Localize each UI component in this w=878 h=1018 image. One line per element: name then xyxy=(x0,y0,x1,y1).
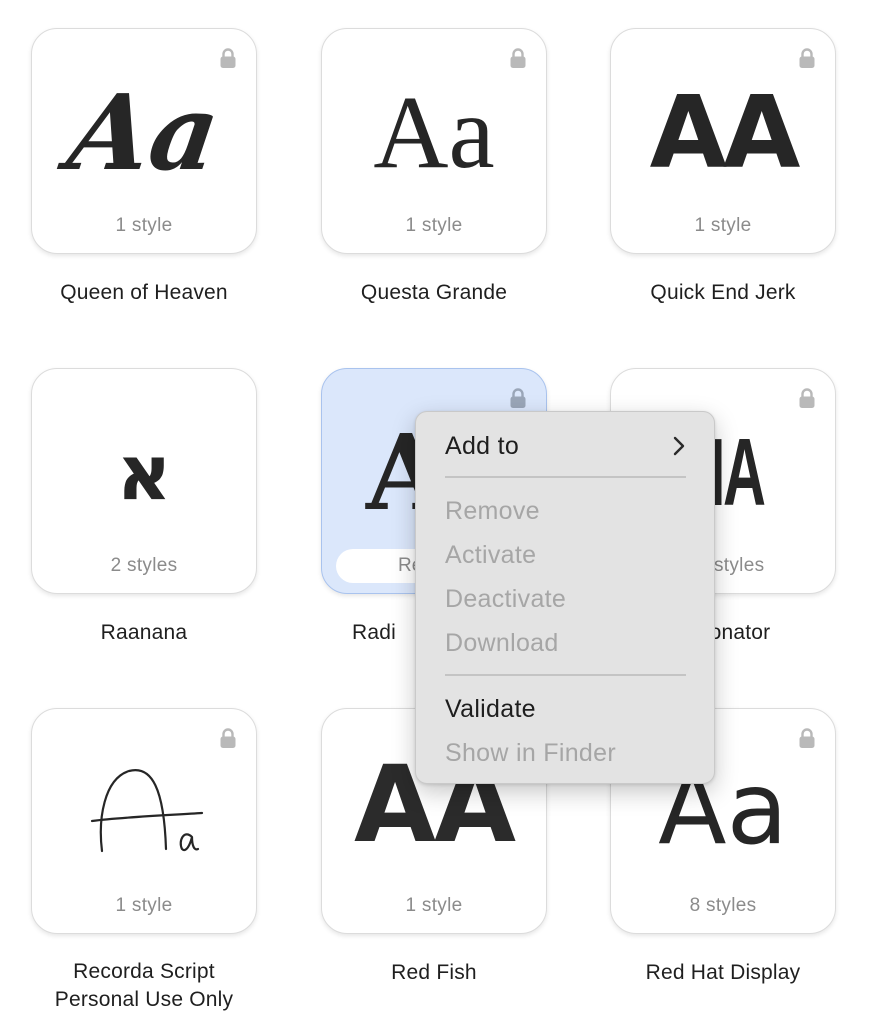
lock-icon xyxy=(510,388,526,408)
font-card-raanana[interactable]: א 2 styles xyxy=(31,368,257,594)
font-name: Recorda Script Personal Use Only xyxy=(54,960,234,1011)
font-name: Red Fish xyxy=(391,961,477,984)
font-preview: Aa xyxy=(32,753,256,873)
font-preview: AA xyxy=(649,74,801,191)
font-card-quick-end-jerk[interactable]: AA 1 style xyxy=(610,28,836,254)
lock-icon xyxy=(799,388,815,408)
menu-separator xyxy=(445,674,686,676)
font-name: Questa Grande xyxy=(360,281,508,304)
menu-separator xyxy=(445,476,686,478)
chevron-right-icon xyxy=(673,436,685,456)
menu-item-download: Download xyxy=(445,629,559,657)
menu-item-remove: Remove xyxy=(445,497,540,525)
font-preview: Aa xyxy=(373,75,495,190)
style-count: 8 styles xyxy=(689,895,757,916)
font-name: Quick End Jerk xyxy=(650,281,796,304)
lock-icon xyxy=(510,48,526,68)
style-count: 1 style xyxy=(115,215,173,236)
font-preview: Aa xyxy=(61,71,227,194)
style-count: 2 styles xyxy=(110,555,178,576)
style-count: 1 style xyxy=(694,215,752,236)
menu-item-deactivate: Deactivate xyxy=(445,585,567,613)
menu-item-add-to[interactable]: Add to xyxy=(445,431,694,461)
style-count: 1 style xyxy=(405,895,463,916)
font-card-recorda-script[interactable]: Aa 1 style xyxy=(31,708,257,934)
menu-item-label: Add to xyxy=(445,432,520,460)
font-name: Red Hat Display xyxy=(645,961,801,984)
style-count: 1 style xyxy=(405,215,463,236)
lock-icon xyxy=(220,728,236,748)
lock-icon xyxy=(799,728,815,748)
lock-icon xyxy=(799,48,815,68)
style-count: 1 style xyxy=(115,895,173,916)
menu-item-show-in-finder: Show in Finder xyxy=(445,739,616,767)
font-preview: א xyxy=(116,428,172,517)
font-card-queen-of-heaven[interactable]: Aa 1 style xyxy=(31,28,257,254)
menu-item-validate[interactable]: Validate xyxy=(445,694,694,724)
font-name: Queen of Heaven xyxy=(60,281,228,304)
font-card-questa-grande[interactable]: Aa 1 style xyxy=(321,28,547,254)
lock-icon xyxy=(220,48,236,68)
menu-item-activate: Activate xyxy=(445,541,537,569)
context-menu: Add to Remove Activate Deactivate Downlo… xyxy=(415,411,715,784)
